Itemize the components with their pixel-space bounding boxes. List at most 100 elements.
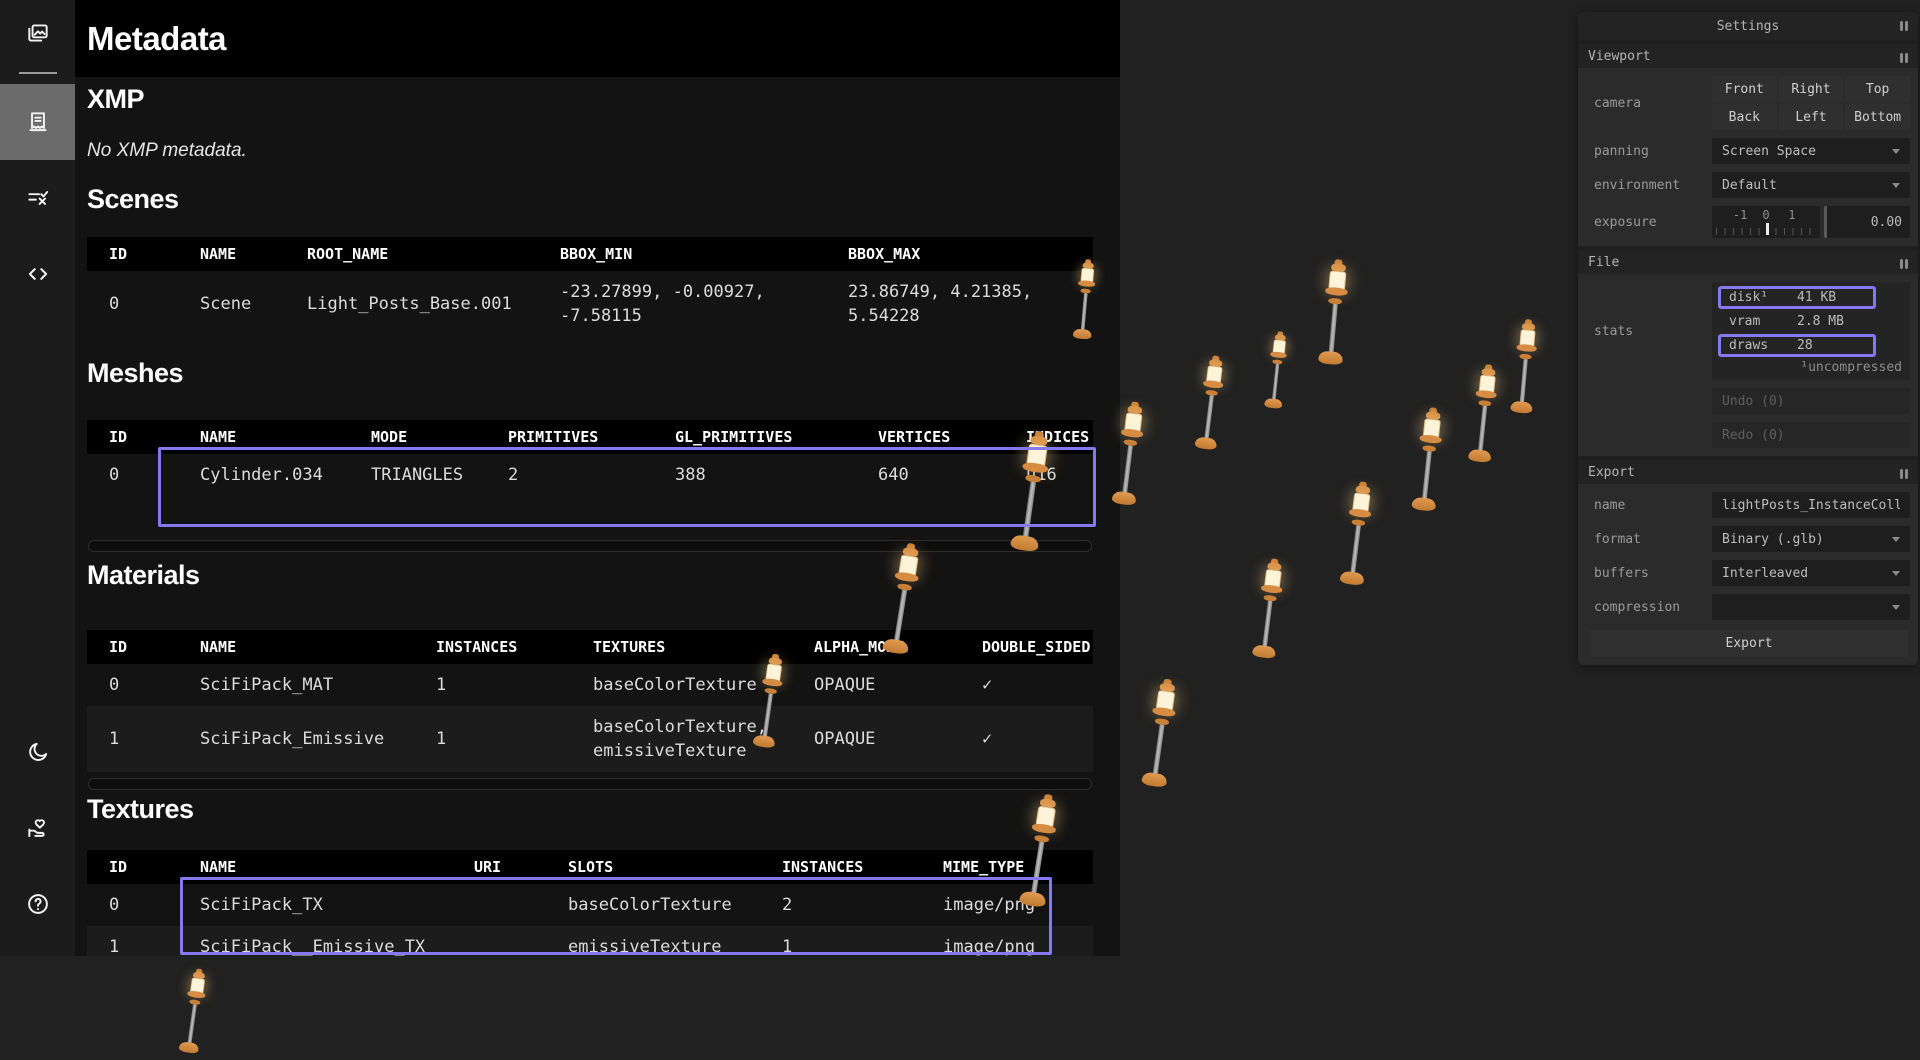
meshes-row-highlight <box>158 447 1096 527</box>
collapse-icon[interactable] <box>1900 259 1908 269</box>
camera-left-button[interactable]: Left <box>1779 104 1844 130</box>
scenes-table: IDNAMEROOT_NAMEBBOX_MINBBOX_MAX0SceneLig… <box>87 237 1093 337</box>
table-cell: baseColorTexture, emissiveTexture <box>589 706 810 772</box>
table-row: 0SceneLight_Posts_Base.001-23.27899, -0.… <box>87 271 1093 337</box>
camera-top-button[interactable]: Top <box>1845 76 1910 102</box>
collapse-icon[interactable] <box>1900 53 1908 63</box>
table-cell: Scene <box>196 271 303 337</box>
slider-cursor[interactable] <box>1766 223 1769 235</box>
materials-table-scrollbar[interactable] <box>88 778 1092 790</box>
column-header: ROOT_NAME <box>303 237 556 271</box>
settings-title-bar[interactable]: Settings <box>1578 12 1918 40</box>
environment-row: environment Default <box>1578 168 1918 202</box>
textures-heading: Textures <box>87 794 194 825</box>
exposure-row: exposure -1 0 1 0.00 <box>1578 202 1918 246</box>
chevron-down-icon <box>1892 605 1900 610</box>
camera-bottom-button[interactable]: Bottom <box>1845 104 1910 130</box>
sidebar-item-code[interactable] <box>0 236 75 312</box>
file-folder-title: File <box>1588 255 1619 270</box>
export-name-input[interactable] <box>1712 492 1910 518</box>
export-buffers-value: Interleaved <box>1722 566 1808 581</box>
help-icon <box>25 891 51 917</box>
export-name-row: name <box>1578 484 1918 522</box>
report-header: Metadata <box>75 0 1120 77</box>
column-header: NAME <box>196 630 432 664</box>
meshes-heading: Meshes <box>87 358 183 389</box>
xmp-heading: XMP <box>87 84 144 115</box>
export-format-row: format Binary (.glb) <box>1578 522 1918 556</box>
export-compression-select[interactable] <box>1712 594 1910 620</box>
sidebar-item-report[interactable] <box>0 84 75 160</box>
lamp-post <box>173 967 213 1060</box>
table-cell: SciFiPack_MAT <box>196 664 432 706</box>
materials-table-wrap: IDNAMEINSTANCESTEXTURESALPHA_MODEDOUBLE_… <box>87 630 1093 772</box>
environment-label: environment <box>1594 178 1712 193</box>
export-buffers-select[interactable]: Interleaved <box>1712 560 1910 586</box>
stat-disk: disk¹ 41 KB <box>1718 286 1876 309</box>
camera-back-button[interactable]: Back <box>1712 104 1777 130</box>
stat-draws: draws 28 <box>1718 334 1876 357</box>
exposure-label: exposure <box>1594 215 1712 230</box>
column-header: ALPHA_MODE <box>810 630 978 664</box>
camera-front-button[interactable]: Front <box>1712 76 1777 102</box>
exposure-ring-slider[interactable]: -1 0 1 <box>1712 206 1820 238</box>
table-cell: ✓ <box>978 706 1093 772</box>
column-header: DOUBLE_SIDED <box>978 630 1093 664</box>
gallery-icon <box>25 20 51 46</box>
panning-select[interactable]: Screen Space <box>1712 138 1910 164</box>
stats-label: stats <box>1594 324 1712 339</box>
collapse-icon[interactable] <box>1900 469 1908 479</box>
sidebar-item-donate[interactable] <box>0 790 75 866</box>
viewport-folder-bar[interactable]: Viewport <box>1578 40 1918 68</box>
collapse-icon[interactable] <box>1900 21 1908 31</box>
table-cell: 1 <box>432 664 589 706</box>
export-format-select[interactable]: Binary (.glb) <box>1712 526 1910 552</box>
table-cell: ✓ <box>978 664 1093 706</box>
sidebar-item-help[interactable] <box>0 866 75 942</box>
chevron-down-icon <box>1892 537 1900 542</box>
camera-label: camera <box>1594 96 1712 111</box>
column-header: TEXTURES <box>589 630 810 664</box>
export-buffers-row: buffers Interleaved <box>1578 556 1918 590</box>
export-button[interactable]: Export <box>1590 630 1908 657</box>
sidebar-divider <box>19 72 57 74</box>
materials-table: IDNAMEINSTANCESTEXTURESALPHA_MODEDOUBLE_… <box>87 630 1093 772</box>
table-cell: 23.86749, 4.21385, 5.54228 <box>844 271 1093 337</box>
panning-row: panning Screen Space <box>1578 134 1918 168</box>
table-cell: 1 <box>87 706 196 772</box>
exposure-value-field[interactable]: 0.00 <box>1824 206 1910 238</box>
undo-button[interactable]: Undo (0) <box>1712 388 1910 414</box>
table-cell: SciFiPack_Emissive <box>196 706 432 772</box>
export-buffers-label: buffers <box>1594 566 1712 581</box>
export-format-label: format <box>1594 532 1712 547</box>
export-format-value: Binary (.glb) <box>1722 532 1824 547</box>
environment-select[interactable]: Default <box>1712 172 1910 198</box>
xmp-empty-text: No XMP metadata. <box>87 140 247 162</box>
stat-vram: vram 2.8 MB <box>1718 310 1876 333</box>
settings-title: Settings <box>1717 19 1780 34</box>
table-row: 1SciFiPack_Emissive1baseColorTexture, em… <box>87 706 1093 772</box>
code-icon <box>25 261 51 287</box>
environment-value: Default <box>1722 178 1777 193</box>
column-header: ID <box>87 237 196 271</box>
export-name-label: name <box>1594 498 1712 513</box>
scenes-table-wrap: IDNAMEROOT_NAMEBBOX_MINBBOX_MAX0SceneLig… <box>87 237 1093 337</box>
export-folder-title: Export <box>1588 465 1635 480</box>
column-header: NAME <box>196 237 303 271</box>
camera-row: camera Front Right Top Back Left Bottom <box>1578 68 1918 134</box>
panning-label: panning <box>1594 144 1712 159</box>
sidebar-item-validation[interactable] <box>0 160 75 236</box>
column-header: ID <box>87 630 196 664</box>
camera-right-button[interactable]: Right <box>1779 76 1844 102</box>
chevron-down-icon <box>1892 183 1900 188</box>
file-folder-bar[interactable]: File <box>1578 246 1918 274</box>
meshes-table-scrollbar[interactable] <box>88 540 1092 552</box>
column-header: INSTANCES <box>432 630 589 664</box>
export-folder-bar[interactable]: Export <box>1578 456 1918 484</box>
sidebar-item-theme[interactable] <box>0 714 75 790</box>
validation-icon <box>25 185 51 211</box>
redo-button[interactable]: Redo (0) <box>1712 422 1910 448</box>
sidebar-item-gallery[interactable] <box>0 0 75 66</box>
sidebar <box>0 0 75 956</box>
chevron-down-icon <box>1892 571 1900 576</box>
